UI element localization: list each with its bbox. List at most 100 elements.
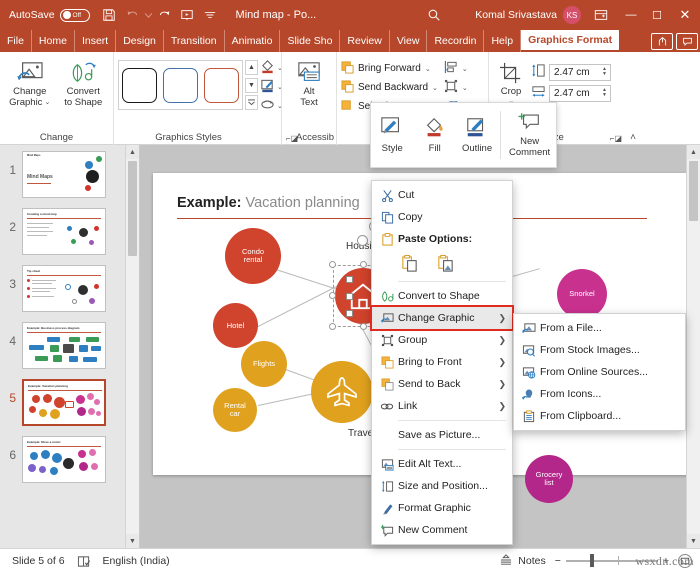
context-menu-item-change-graphic[interactable]: Change Graphic ❯ <box>370 305 514 331</box>
context-menu-item-edit-alt-text[interactable]: Edit Alt Text... <box>372 453 512 475</box>
bubble-grocery-list[interactable]: Grocery list <box>525 455 573 503</box>
undo-icon[interactable] <box>121 4 144 26</box>
ribbon-display-options-icon[interactable] <box>589 4 612 26</box>
canvas-vertical-scrollbar[interactable]: ▲ ▼ <box>686 145 700 548</box>
tab-recording[interactable]: Recordin <box>427 30 485 52</box>
shape-width-spinner[interactable]: ▲ ▼ <box>602 88 610 98</box>
submenu-item-from-online-sources[interactable]: From Online Sources... <box>514 361 685 383</box>
gallery-scroll-up[interactable]: ▲ <box>245 60 258 75</box>
thumbnail-scroll-up[interactable]: ▲ <box>126 145 139 159</box>
zoom-knob[interactable] <box>589 554 594 568</box>
submenu-item-from-clipboard[interactable]: From Clipboard... <box>514 405 685 427</box>
slide-title[interactable]: Example: Vacation planning <box>177 195 360 211</box>
undo-dropdown-icon[interactable] <box>144 4 153 26</box>
selection-handle-bl[interactable] <box>329 323 336 330</box>
bubble-condo-rental[interactable]: Condo rental <box>225 228 281 284</box>
thumbnail-slide-3[interactable]: 3 Tip sheet <box>0 265 125 312</box>
convert-to-shape-button[interactable]: Convert to Shape <box>58 57 110 109</box>
zoom-out-button[interactable]: − <box>555 555 561 567</box>
redo-icon[interactable] <box>153 4 176 26</box>
inner-handle-tl[interactable] <box>346 276 353 283</box>
thumbnail-slide-2[interactable]: 2 Creating a mind map <box>0 208 125 255</box>
tab-file[interactable]: File <box>0 30 32 52</box>
customize-quick-access-icon[interactable] <box>199 4 222 26</box>
paste-picture-icon[interactable] <box>434 252 456 274</box>
shape-width-input[interactable]: 2.47 cm ▲ ▼ <box>549 84 611 102</box>
thumbnail-scrollbar[interactable]: ▲ ▼ <box>125 145 139 548</box>
tab-home[interactable]: Home <box>32 30 75 52</box>
collapse-ribbon-icon[interactable]: ˄ <box>630 132 636 143</box>
mini-fill-button[interactable]: Fill <box>413 116 455 155</box>
share-icon[interactable] <box>651 32 673 50</box>
close-button[interactable]: ✕ <box>670 0 700 30</box>
start-presentation-icon[interactable] <box>176 4 199 26</box>
canvas-scroll-thumb[interactable] <box>689 161 698 221</box>
graphics-styles-gallery[interactable] <box>118 60 243 110</box>
context-menu-item-format-graphic[interactable]: Format Graphic <box>372 497 512 519</box>
tab-insert[interactable]: Insert <box>75 30 117 52</box>
bubble-travel-hub[interactable] <box>311 361 373 423</box>
maximize-button[interactable]: ☐ <box>644 0 670 30</box>
thumbnail-slide-1[interactable]: 1 Mind Maps Mind Maps <box>0 151 125 198</box>
context-menu-item-copy[interactable]: Copy <box>372 206 512 228</box>
inner-handle-ml[interactable] <box>346 293 353 300</box>
submenu-item-from-stock-images[interactable]: From Stock Images... <box>514 339 685 361</box>
rotate-handle[interactable] <box>357 235 368 246</box>
selection-handle-tc[interactable] <box>360 261 367 268</box>
autosave-toggle[interactable]: AutoSave Off <box>9 8 90 22</box>
style-swatch-orange[interactable] <box>204 67 239 103</box>
slide-counter[interactable]: Slide 5 of 6 <box>12 555 65 567</box>
autosave-switch[interactable]: Off <box>59 8 90 22</box>
thumbnail-scroll-down[interactable]: ▼ <box>126 534 139 548</box>
bubble-snorkel[interactable]: Snorkel <box>557 269 607 319</box>
graphics-fill-button[interactable]: ⌄ <box>260 59 283 76</box>
thumbnail-slide-6[interactable]: 6 Example: Move a motor <box>0 436 125 483</box>
size-dialog-launcher[interactable]: ⌐◪ <box>610 134 622 143</box>
style-swatch-black[interactable] <box>122 67 157 103</box>
send-backward-button[interactable]: Send Backward ⌄ <box>341 79 438 96</box>
mini-new-comment-button[interactable]: New Comment <box>503 111 556 158</box>
tab-graphics-format[interactable]: Graphics Format <box>521 30 620 52</box>
context-menu-item-bring-to-front[interactable]: Bring to Front ❯ <box>372 351 512 373</box>
language-indicator[interactable]: English (India) <box>103 555 170 567</box>
bring-forward-button[interactable]: Bring Forward ⌄ <box>341 60 438 77</box>
chevron-down-icon[interactable]: ⌄ <box>462 84 468 92</box>
shape-height-input[interactable]: 2.47 cm ▲ ▼ <box>549 63 611 81</box>
minimize-button[interactable]: — <box>618 0 644 30</box>
context-menu-item-cut[interactable]: Cut <box>372 184 512 206</box>
thumbnail-slide-5[interactable]: 5 Example: Vacation planning <box>0 379 125 426</box>
mini-style-button[interactable]: Style <box>371 116 413 155</box>
mini-outline-button[interactable]: Outline <box>456 116 498 155</box>
context-menu-item-send-to-back[interactable]: Send to Back ❯ <box>372 373 512 395</box>
graphics-effects-button[interactable]: ⌄ <box>260 97 283 114</box>
tab-review[interactable]: Review <box>340 30 390 52</box>
thumbnail-scroll-thumb[interactable] <box>128 161 137 256</box>
crop-button[interactable]: Crop ⌄ <box>493 57 529 106</box>
gallery-more[interactable] <box>245 95 258 110</box>
chevron-down-icon[interactable]: ⌄ <box>425 65 431 73</box>
context-menu-item-group[interactable]: Group ❯ <box>372 329 512 351</box>
bubble-rental-car[interactable]: Rental car <box>213 388 257 432</box>
user-name[interactable]: Komal Srivastava <box>475 9 557 21</box>
notes-button[interactable]: Notes <box>499 553 546 569</box>
align-button[interactable]: ⌄ <box>444 60 468 77</box>
chevron-down-icon[interactable]: ⌄ <box>432 84 438 92</box>
tab-help[interactable]: Help <box>484 30 522 52</box>
change-graphic-button[interactable]: Change Graphic ⌄ <box>4 57 56 109</box>
context-menu-item-link[interactable]: Link ❯ <box>372 395 512 417</box>
chevron-down-icon[interactable]: ⌄ <box>44 99 50 107</box>
group-button[interactable]: ⌄ <box>444 79 468 96</box>
canvas-scroll-down[interactable]: ▼ <box>687 534 700 548</box>
selection-handle-tl[interactable] <box>329 261 336 268</box>
context-menu-item-save-as-picture[interactable]: Save as Picture... <box>372 424 512 446</box>
tab-animations[interactable]: Animatio <box>225 30 281 52</box>
gallery-scroll-down[interactable]: ▼ <box>245 77 258 93</box>
inner-handle-bl[interactable] <box>346 310 353 317</box>
context-menu-item-convert-to-shape[interactable]: Convert to Shape <box>372 285 512 307</box>
bubble-hotel[interactable]: Hotel <box>213 303 258 348</box>
avatar[interactable]: KS <box>563 6 581 24</box>
comments-icon[interactable] <box>676 32 698 50</box>
context-menu-item-new-comment[interactable]: New Comment <box>372 519 512 541</box>
chevron-down-icon[interactable]: ⌄ <box>462 65 468 73</box>
save-icon[interactable] <box>98 4 121 26</box>
